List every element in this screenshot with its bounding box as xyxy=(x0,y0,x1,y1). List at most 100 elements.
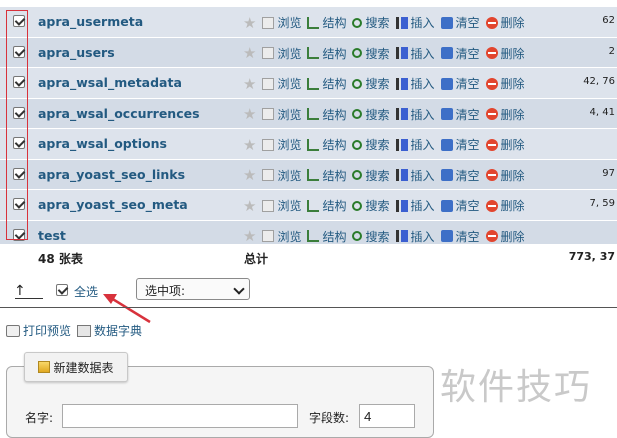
action-structure[interactable]: 结构 xyxy=(307,75,346,92)
action-label: 删除 xyxy=(500,107,525,122)
table-name-link[interactable]: apra_wsal_metadata xyxy=(38,75,182,90)
watermark: 软件技巧 xyxy=(440,367,593,408)
table-row: apra_users ★ 浏览 结构 搜索 插入 清空 删除 2 xyxy=(0,37,617,68)
action-empty[interactable]: 清空 xyxy=(440,136,480,153)
favorite-star-icon[interactable]: ★ xyxy=(243,107,256,122)
table-row: apra_usermeta ★ 浏览 结构 搜索 插入 清空 删除 62 xyxy=(0,7,617,38)
action-insert[interactable]: 插入 xyxy=(395,75,435,92)
table-name-link[interactable]: apra_yoast_seo_meta xyxy=(38,197,188,212)
table-name-link[interactable]: apra_wsal_options xyxy=(38,136,167,151)
action-drop[interactable]: 删除 xyxy=(485,136,525,153)
action-search[interactable]: 搜索 xyxy=(352,75,390,92)
table-name-input[interactable] xyxy=(62,404,298,428)
new-table-button[interactable]: 新建数据表 xyxy=(24,352,128,382)
select-all-checkbox[interactable] xyxy=(56,284,68,296)
action-browse[interactable]: 浏览 xyxy=(262,14,301,31)
favorite-star-icon[interactable]: ★ xyxy=(243,168,256,183)
favorite-star-icon[interactable]: ★ xyxy=(243,137,256,152)
action-browse[interactable]: 浏览 xyxy=(262,106,301,123)
table-row: apra_wsal_metadata ★ 浏览 结构 搜索 插入 清空 删除 42, 76 xyxy=(0,68,617,99)
structure-icon xyxy=(307,108,320,120)
action-empty[interactable]: 清空 xyxy=(440,197,480,214)
action-empty[interactable]: 清空 xyxy=(440,167,480,184)
action-insert[interactable]: 插入 xyxy=(395,14,435,31)
row-actions: ★ 浏览 结构 搜索 插入 清空 删除 xyxy=(243,75,531,92)
search-icon xyxy=(352,139,363,150)
table-row: apra_yoast_seo_meta ★ 浏览 结构 搜索 插入 清空 删除 7, 59 xyxy=(0,190,617,221)
table-name-link[interactable]: apra_wsal_occurrences xyxy=(38,106,200,121)
action-search[interactable]: 搜索 xyxy=(352,45,390,62)
action-insert[interactable]: 插入 xyxy=(395,106,435,123)
action-insert[interactable]: 插入 xyxy=(395,167,435,184)
action-insert[interactable]: 插入 xyxy=(395,45,435,62)
table-name-link[interactable]: apra_users xyxy=(38,45,115,60)
action-browse[interactable]: 浏览 xyxy=(262,228,301,245)
row-actions: ★ 浏览 结构 搜索 插入 清空 删除 xyxy=(243,167,531,184)
row-actions: ★ 浏览 结构 搜索 插入 清空 删除 xyxy=(243,106,531,123)
action-browse[interactable]: 浏览 xyxy=(262,75,301,92)
action-label: 结构 xyxy=(322,229,347,244)
action-empty[interactable]: 清空 xyxy=(440,228,480,245)
action-search[interactable]: 搜索 xyxy=(352,136,390,153)
favorite-star-icon[interactable]: ★ xyxy=(243,46,256,61)
table-row: apra_yoast_seo_links ★ 浏览 结构 搜索 插入 清空 删除 97 xyxy=(0,159,617,190)
action-label: 删除 xyxy=(500,77,525,91)
action-drop[interactable]: 删除 xyxy=(485,197,525,214)
action-structure[interactable]: 结构 xyxy=(307,197,346,214)
action-drop[interactable]: 删除 xyxy=(485,14,525,31)
browse-icon xyxy=(262,16,275,29)
action-drop[interactable]: 删除 xyxy=(485,75,525,92)
action-structure[interactable]: 结构 xyxy=(307,45,346,62)
action-empty[interactable]: 清空 xyxy=(440,75,480,92)
action-drop[interactable]: 删除 xyxy=(485,167,525,184)
action-label: 清空 xyxy=(455,16,480,30)
action-drop[interactable]: 删除 xyxy=(485,45,525,62)
print-preview-link[interactable]: 打印预览 xyxy=(23,322,71,339)
action-structure[interactable]: 结构 xyxy=(307,136,346,153)
action-label: 删除 xyxy=(500,168,525,183)
action-structure[interactable]: 结构 xyxy=(307,167,346,184)
table-name-link[interactable]: apra_usermeta xyxy=(38,14,143,29)
action-search[interactable]: 搜索 xyxy=(352,228,390,245)
action-drop[interactable]: 删除 xyxy=(485,228,525,245)
action-browse[interactable]: 浏览 xyxy=(262,197,301,214)
action-browse[interactable]: 浏览 xyxy=(262,45,301,62)
action-search[interactable]: 搜索 xyxy=(352,197,390,214)
drop-icon xyxy=(485,77,498,90)
table-name-link[interactable]: apra_yoast_seo_links xyxy=(38,167,185,182)
drop-icon xyxy=(485,199,498,212)
browse-icon xyxy=(262,230,275,242)
action-search[interactable]: 搜索 xyxy=(352,167,390,184)
columns-count-input[interactable] xyxy=(359,404,415,428)
action-structure[interactable]: 结构 xyxy=(307,14,346,31)
row-count: 62 xyxy=(602,15,615,26)
insert-icon xyxy=(395,108,408,120)
action-structure[interactable]: 结构 xyxy=(307,106,346,123)
favorite-star-icon[interactable]: ★ xyxy=(243,76,256,91)
favorite-star-icon[interactable]: ★ xyxy=(243,229,256,244)
chevron-down-icon xyxy=(233,283,245,295)
action-drop[interactable]: 删除 xyxy=(485,106,525,123)
data-dictionary-link[interactable]: 数据字典 xyxy=(94,322,142,339)
table-name-link[interactable]: test xyxy=(38,228,66,243)
action-empty[interactable]: 清空 xyxy=(440,45,480,62)
browse-icon xyxy=(262,47,275,59)
action-label: 删除 xyxy=(500,138,525,152)
action-empty[interactable]: 清空 xyxy=(440,106,480,123)
action-browse[interactable]: 浏览 xyxy=(262,167,301,184)
action-label: 插入 xyxy=(410,138,435,152)
action-structure[interactable]: 结构 xyxy=(307,228,346,245)
action-search[interactable]: 搜索 xyxy=(352,14,390,31)
action-insert[interactable]: 插入 xyxy=(395,197,435,214)
bulk-action-bar: ↑ 全选 选中项: xyxy=(0,270,617,306)
favorite-star-icon[interactable]: ★ xyxy=(243,198,256,213)
favorite-star-icon[interactable]: ★ xyxy=(243,15,256,30)
action-insert[interactable]: 插入 xyxy=(395,228,435,245)
action-insert[interactable]: 插入 xyxy=(395,136,435,153)
action-browse[interactable]: 浏览 xyxy=(262,136,301,153)
action-label: 清空 xyxy=(455,199,480,213)
action-search[interactable]: 搜索 xyxy=(352,106,390,123)
browse-icon xyxy=(262,108,275,120)
action-empty[interactable]: 清空 xyxy=(440,14,480,31)
action-label: 结构 xyxy=(322,138,347,152)
